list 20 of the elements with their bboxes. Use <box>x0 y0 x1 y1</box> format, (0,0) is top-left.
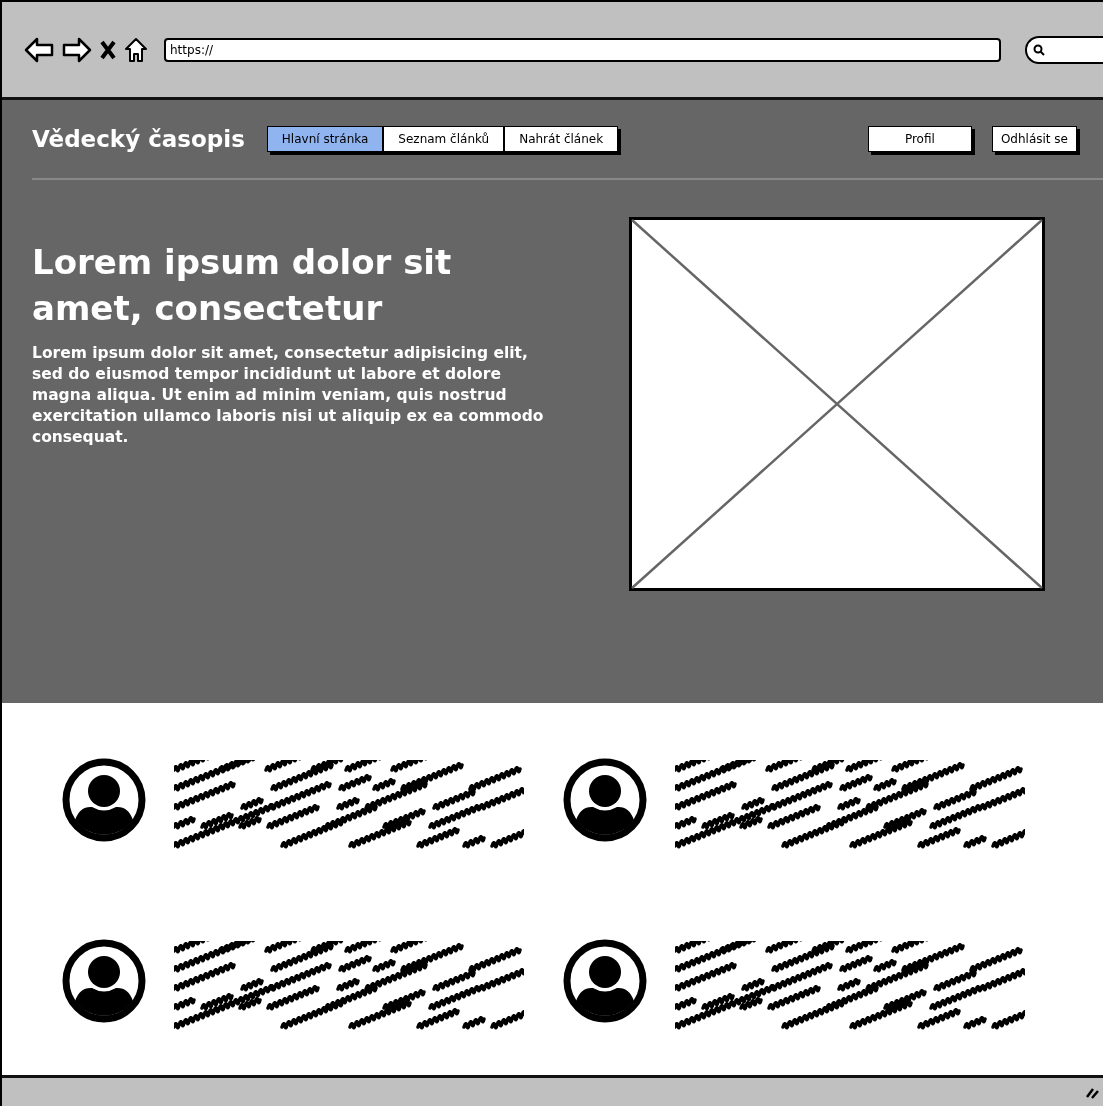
back-icon[interactable] <box>24 36 54 63</box>
user-avatar-icon <box>62 939 146 1023</box>
forward-icon[interactable] <box>62 36 92 63</box>
nav-tab[interactable]: Nahrát článek <box>504 126 619 152</box>
image-placeholder-icon <box>629 217 1045 591</box>
url-field[interactable]: https:// <box>164 37 1001 62</box>
logout-button[interactable]: Odhlásit se <box>991 126 1077 152</box>
search-icon <box>1033 43 1045 56</box>
hero-text: Lorem ipsum dolor sit amet, consectetur adipisicing elit, sed do eiusmod tempor incididunt ut labore et dolore magna aliqua. Ut enim ad minim veniam, quis nostrud exercitation ullamco laboris nisi ut aliquip ex ea commodo consequat. <box>32 343 545 448</box>
search-field[interactable] <box>1025 35 1103 64</box>
site-title: Vědecký časopis <box>32 126 245 152</box>
home-icon[interactable] <box>124 36 148 63</box>
nav-tab[interactable]: Hlavní stránka <box>266 126 384 152</box>
user-avatar-icon <box>562 758 647 842</box>
close-icon[interactable] <box>100 39 116 60</box>
user-avatar-icon <box>562 939 647 1023</box>
profile-button[interactable]: Profil <box>867 126 972 152</box>
user-avatar-icon <box>62 758 146 842</box>
nav-tab[interactable]: Seznam článků <box>383 126 505 152</box>
hero-heading: Lorem ipsum dolor sit amet, consectetur <box>32 241 453 330</box>
